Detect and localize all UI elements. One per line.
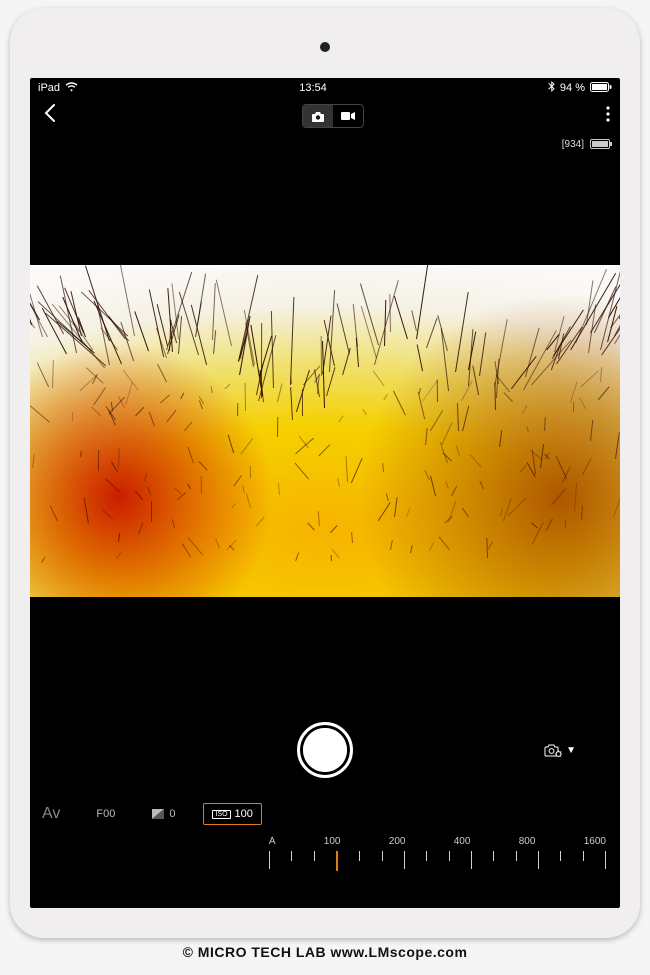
shutter-button[interactable]: [297, 722, 353, 778]
iso-tick-major: [269, 851, 270, 869]
screen: iPad 13:54 94 %: [30, 78, 620, 908]
camera-settings-button[interactable]: ▼: [544, 743, 576, 757]
aperture-value: F00: [96, 808, 115, 820]
battery-icon: [590, 82, 612, 95]
chevron-down-icon: ▼: [566, 745, 576, 756]
exposure-mode-label: Av: [42, 805, 60, 823]
watermark-text: © MICRO TECH LAB www.LMscope.com: [183, 944, 468, 960]
live-view[interactable]: [30, 154, 620, 708]
bluetooth-icon: [548, 81, 555, 95]
aperture-param[interactable]: F00: [88, 804, 123, 824]
front-camera-dot: [320, 42, 330, 52]
iso-tick-minor: [560, 851, 561, 861]
iso-tick-minor: [314, 851, 315, 861]
iso-scale-label: 800: [519, 836, 536, 847]
iso-tick-minor: [516, 851, 517, 861]
iso-scale-label: 200: [389, 836, 406, 847]
capture-mode-toggle[interactable]: [302, 104, 364, 128]
iso-tick-minor: [493, 851, 494, 861]
iso-tick-major: [404, 851, 405, 869]
iso-tick-minor: [382, 851, 383, 861]
ipad-device-frame: iPad 13:54 94 %: [10, 8, 640, 938]
video-mode-segment[interactable]: [333, 105, 363, 127]
camera-status-row: [934]: [30, 134, 620, 154]
iso-scale-label: 400: [454, 836, 471, 847]
photo-mode-segment[interactable]: [303, 105, 333, 127]
app-top-bar: [30, 98, 620, 134]
iso-tick-minor: [359, 851, 360, 861]
specimen-image: [30, 265, 620, 597]
ev-param[interactable]: 0: [143, 804, 183, 824]
iso-scale-row: A 100 200 400 800 1600: [30, 836, 620, 908]
iso-scale-label: 100: [324, 836, 341, 847]
bottom-controls: ▼ Av F00 0 ISO: [30, 708, 620, 908]
camera-gear-icon: [544, 743, 562, 757]
iso-scale-label: A: [269, 836, 276, 847]
iso-tick-minor: [426, 851, 427, 861]
video-icon: [341, 111, 355, 121]
camera-battery-icon: [590, 139, 610, 149]
iso-param[interactable]: ISO 100: [203, 803, 261, 825]
ev-value: 0: [169, 808, 175, 820]
battery-percent: 94 %: [560, 82, 585, 94]
back-button[interactable]: [40, 104, 60, 128]
exposure-comp-icon: [151, 808, 165, 820]
iso-scale-label: 1600: [584, 836, 606, 847]
iso-tick-minor: [449, 851, 450, 861]
shutter-row: ▼: [30, 708, 620, 792]
iso-scale[interactable]: A 100 200 400 800 1600: [269, 836, 606, 873]
wifi-icon: [65, 82, 78, 95]
iso-label: ISO: [212, 810, 230, 819]
ios-status-bar: iPad 13:54 94 %: [30, 78, 620, 98]
iso-tick-minor: [583, 851, 584, 861]
carrier-label: iPad: [38, 82, 60, 94]
iso-value: 100: [235, 808, 253, 820]
iso-tick-major: [605, 851, 606, 869]
more-menu-button[interactable]: [606, 106, 610, 127]
iso-tick-major: [538, 851, 539, 869]
iso-tick-major: [471, 851, 472, 869]
clock: 13:54: [78, 82, 548, 94]
iso-tick-minor: [291, 851, 292, 861]
iso-tick-major: [336, 851, 338, 871]
camera-icon: [311, 111, 325, 122]
exposure-params-row: Av F00 0 ISO 100: [30, 792, 620, 836]
shots-remaining: [934]: [562, 139, 584, 150]
